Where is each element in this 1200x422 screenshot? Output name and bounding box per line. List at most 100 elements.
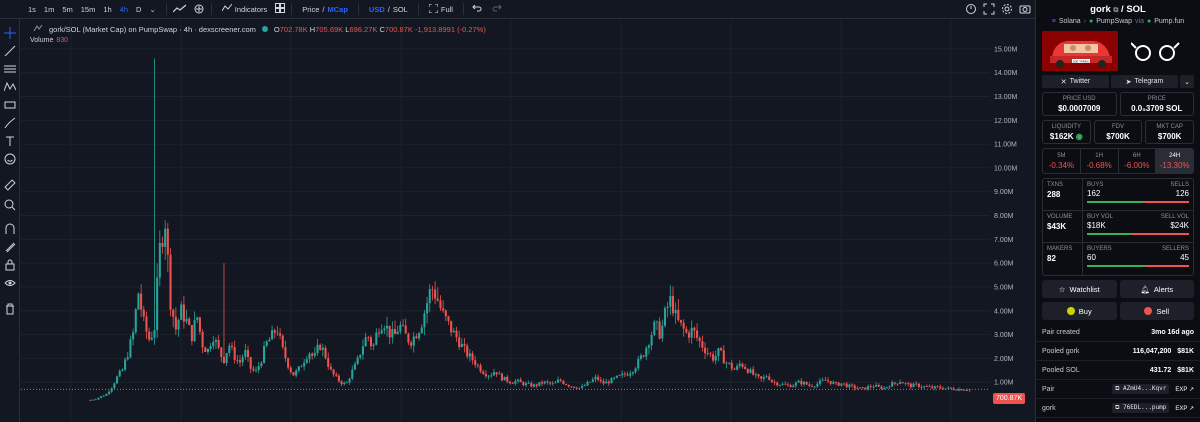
settings-icon[interactable] [1001, 3, 1013, 15]
candle-body [265, 341, 268, 346]
timeframe-4h[interactable]: 4h [116, 5, 132, 14]
emoji-icon[interactable] [4, 153, 16, 165]
explorer-link[interactable]: EXP ↗ [1175, 405, 1194, 412]
candle-body [396, 331, 399, 335]
undo-icon[interactable] [472, 3, 482, 15]
candle-body [848, 384, 851, 388]
watchlist-button[interactable]: ☆ Watchlist [1042, 280, 1117, 298]
candle-body [824, 379, 827, 381]
chain-label[interactable]: Solana [1059, 18, 1081, 25]
candlestick-chart[interactable] [21, 20, 990, 422]
magnet-icon[interactable] [4, 223, 16, 235]
explorer-link[interactable]: EXP ↗ [1175, 386, 1194, 393]
candle-body [300, 366, 303, 368]
copy-icon[interactable]: ⧉ [1113, 7, 1118, 14]
timeframe-1s[interactable]: 1s [24, 5, 40, 14]
trash-icon[interactable] [4, 303, 16, 315]
candle-body [786, 384, 789, 386]
candle-body [522, 382, 525, 386]
timeframe-1m[interactable]: 1m [40, 5, 58, 14]
timeframe-D[interactable]: D [132, 5, 145, 14]
redo-icon[interactable] [492, 3, 502, 15]
candle-body [329, 366, 332, 370]
buy-button[interactable]: Buy [1042, 302, 1117, 320]
fullscreen-button[interactable]: Full [425, 3, 457, 15]
compare-icon[interactable] [193, 4, 205, 14]
y-tick-label: 8.00M [994, 213, 1014, 220]
candle-body [730, 362, 733, 369]
pair-address-chip[interactable]: ⧉ AZmU4...Kqvr [1112, 384, 1170, 394]
tab-5m[interactable]: 5M -0.34% [1043, 149, 1081, 173]
candle-body [570, 386, 573, 388]
candle-body [508, 381, 511, 384]
telegram-button[interactable]: ➤ Telegram [1111, 75, 1178, 88]
candle-body [476, 364, 479, 366]
horizontal-lines-icon[interactable] [4, 63, 16, 75]
fullscreen-chart-icon[interactable] [983, 3, 995, 15]
timeframe-5m[interactable]: 5m [58, 5, 76, 14]
chevron-down-icon: ⌄ [1184, 78, 1190, 86]
timeframe-dropdown-icon[interactable]: ⌄ [145, 5, 159, 14]
candle-body [912, 383, 915, 388]
sell-button[interactable]: Sell [1119, 302, 1194, 320]
candle-body [444, 310, 447, 317]
trendline-icon[interactable] [4, 45, 16, 57]
symbol-icon [33, 24, 43, 34]
zoom-in-icon[interactable] [4, 199, 16, 211]
candle-body [800, 380, 803, 385]
candle-body [102, 395, 105, 397]
candle-body [532, 384, 536, 387]
eye-icon[interactable] [4, 277, 16, 289]
candle-body [434, 289, 437, 299]
candle-body [757, 374, 760, 377]
candle-body [348, 378, 351, 383]
lock-drawing-icon[interactable] [4, 241, 16, 253]
price-mcap-toggle[interactable]: Price / MCap [298, 5, 352, 14]
lock-icon[interactable] [4, 259, 16, 271]
candle-body [113, 383, 116, 389]
brush-icon[interactable] [4, 117, 16, 129]
twitter-button[interactable]: ✕ Twitter [1042, 75, 1109, 88]
candle-body [372, 344, 375, 347]
launchpad-label[interactable]: Pump.fun [1154, 18, 1184, 25]
candle-body [506, 376, 509, 382]
more-links-button[interactable]: ⌄ [1180, 75, 1194, 88]
measure-range-icon[interactable] [4, 99, 16, 111]
text-icon[interactable] [4, 135, 16, 147]
ruler-icon[interactable] [4, 179, 16, 191]
candle-body [142, 309, 145, 317]
crosshair-icon[interactable] [4, 27, 16, 39]
candle-body [829, 380, 832, 384]
layout-grid-icon[interactable] [275, 3, 286, 15]
candle-body [110, 388, 113, 392]
candle-body [578, 387, 581, 389]
candle-body [629, 373, 632, 376]
candle-body [351, 369, 354, 379]
candle-body [789, 385, 792, 388]
indicators-button[interactable]: Indicators [218, 3, 272, 15]
pattern-icon[interactable] [4, 81, 16, 93]
chart-type-icon[interactable] [172, 4, 187, 14]
candle-body [928, 386, 931, 388]
timeframe-1h[interactable]: 1h [99, 5, 115, 14]
tab-1h[interactable]: 1H -0.68% [1081, 149, 1119, 173]
watch-alert-buttons: ☆ Watchlist 🔔︎ Alerts [1042, 280, 1194, 298]
drawing-toolbar [0, 19, 20, 422]
token-address-chip[interactable]: ⧉ 76EDL...pump [1112, 403, 1170, 413]
usd-sol-toggle[interactable]: USD / SOL [365, 5, 412, 14]
price-axis[interactable]: 15.00M 14.00M 13.00M 12.00M 11.00M 10.00M 9.00… [990, 20, 1035, 422]
dex-label[interactable]: PumpSwap [1096, 18, 1132, 25]
tab-6h[interactable]: 6H -6.00% [1119, 149, 1157, 173]
candle-body [503, 376, 506, 381]
camera-icon[interactable] [1019, 3, 1031, 15]
timeframe-15m[interactable]: 15m [77, 5, 100, 14]
candle-body [238, 360, 242, 363]
candle-body [965, 390, 969, 391]
candle-body [137, 293, 140, 310]
candle-body [626, 374, 629, 376]
replay-icon[interactable] [965, 3, 977, 15]
candle-body [722, 350, 725, 364]
tab-24h[interactable]: 24H -13.30% [1156, 149, 1193, 173]
y-tick-label: 15.00M [994, 46, 1018, 53]
alerts-button[interactable]: 🔔︎ Alerts [1119, 280, 1194, 298]
